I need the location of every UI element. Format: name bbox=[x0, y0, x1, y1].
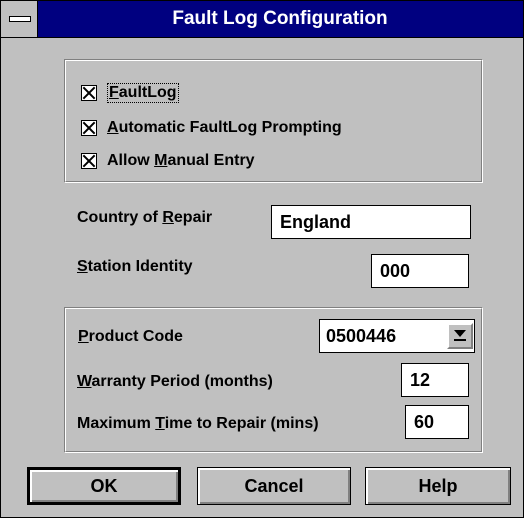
fault-log-configuration-dialog: Fault Log Configuration FaultLog Automat… bbox=[0, 0, 524, 518]
max-time-to-repair-label: Maximum Time to Repair (mins) bbox=[77, 415, 319, 432]
country-of-repair-input[interactable]: England bbox=[271, 205, 471, 239]
ok-button[interactable]: OK bbox=[27, 467, 181, 505]
max-time-to-repair-input[interactable]: 60 bbox=[405, 405, 469, 439]
auto-prompt-checkbox-row[interactable]: Automatic FaultLog Prompting bbox=[81, 117, 342, 139]
product-code-value: 0500446 bbox=[326, 326, 397, 346]
station-identity-label: Station Identity bbox=[77, 258, 193, 275]
auto-prompt-label: Automatic FaultLog Prompting bbox=[107, 119, 342, 136]
auto-prompt-checkbox[interactable] bbox=[81, 120, 97, 136]
help-button[interactable]: Help bbox=[365, 467, 511, 505]
title-bar[interactable]: Fault Log Configuration bbox=[1, 1, 523, 38]
faultlog-label: FaultLog bbox=[107, 83, 179, 103]
warranty-period-input[interactable]: 12 bbox=[401, 363, 469, 397]
system-menu-button[interactable] bbox=[1, 1, 38, 37]
product-code-label: Product Code bbox=[78, 328, 183, 345]
chevron-down-icon bbox=[454, 330, 466, 337]
system-menu-icon bbox=[9, 16, 31, 22]
warranty-period-label: Warranty Period (months) bbox=[77, 373, 273, 390]
product-code-dropdown-button[interactable] bbox=[447, 323, 473, 349]
faultlog-checkbox[interactable] bbox=[81, 85, 97, 101]
cancel-button[interactable]: Cancel bbox=[197, 467, 351, 505]
country-of-repair-label: Country of Repair bbox=[77, 209, 213, 226]
dialog-title: Fault Log Configuration bbox=[172, 8, 388, 29]
manual-entry-checkbox[interactable] bbox=[81, 153, 97, 169]
manual-entry-checkbox-row[interactable]: Allow Manual Entry bbox=[81, 150, 255, 172]
dropdown-underline-icon bbox=[454, 339, 466, 341]
station-identity-input[interactable]: 000 bbox=[371, 254, 469, 288]
manual-entry-label: Allow Manual Entry bbox=[107, 152, 255, 169]
faultlog-checkbox-row[interactable]: FaultLog bbox=[81, 82, 179, 104]
